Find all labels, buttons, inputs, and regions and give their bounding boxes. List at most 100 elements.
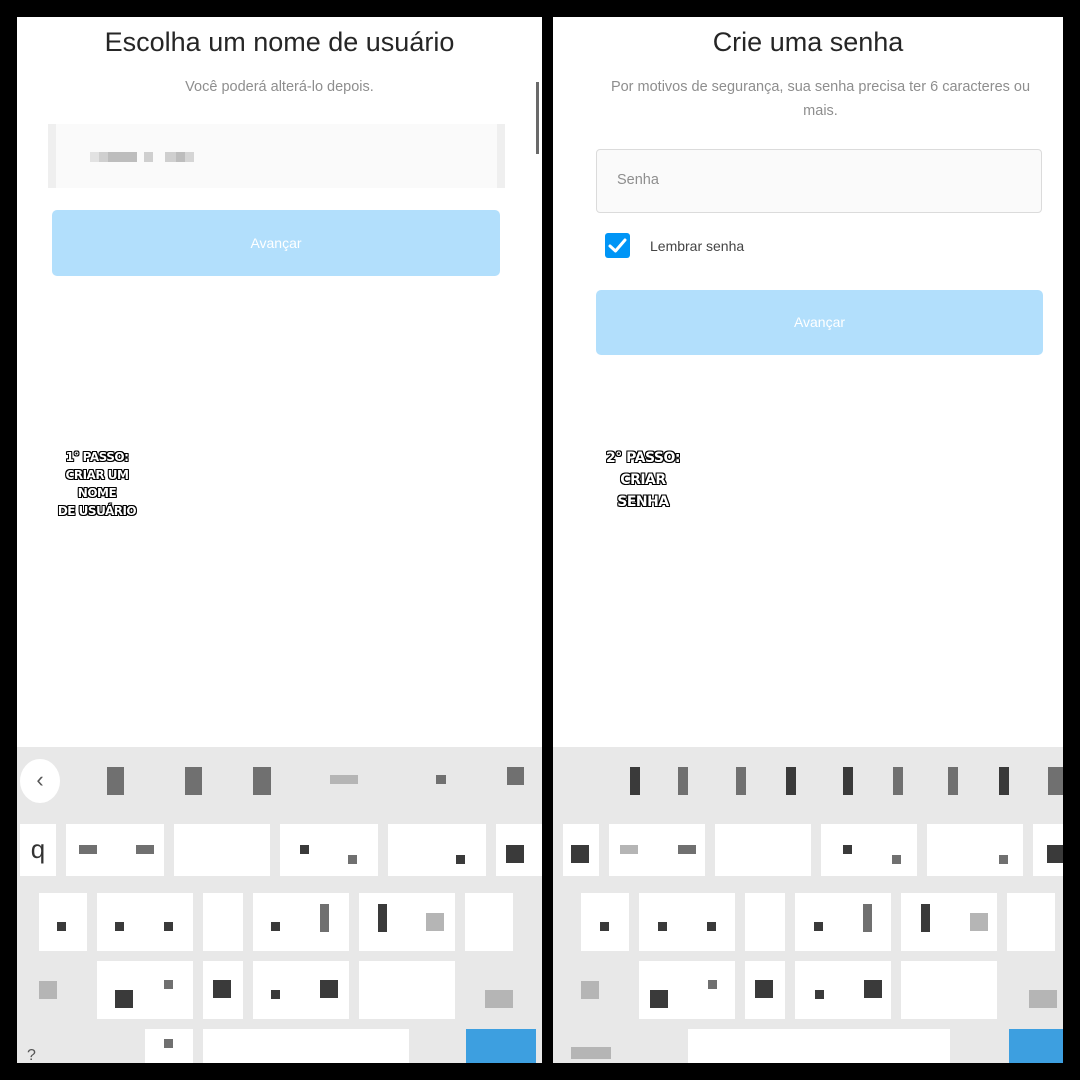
keyboard-key[interactable] <box>745 893 785 951</box>
keyboard: ‹ q ? <box>17 747 542 1063</box>
keyboard-key[interactable] <box>465 893 513 951</box>
keyboard-key[interactable] <box>715 824 811 876</box>
next-button[interactable]: Avançar <box>596 290 1043 355</box>
suggestion-chip[interactable] <box>736 767 746 795</box>
enter-key[interactable] <box>1009 1029 1063 1063</box>
shift-key-glyph[interactable] <box>39 981 57 999</box>
keyboard-key[interactable] <box>174 824 270 876</box>
suggestion-chip[interactable] <box>330 775 358 784</box>
backspace-key-glyph[interactable] <box>485 990 513 1008</box>
next-button[interactable]: Avançar <box>52 210 500 276</box>
key-glyph <box>658 922 667 931</box>
suggestion-chip[interactable] <box>786 767 796 795</box>
caption-line: CRIAR UM NOME <box>65 468 129 500</box>
blurred-username-text <box>90 152 194 162</box>
key-glyph <box>1047 845 1063 863</box>
key-glyph <box>999 855 1008 864</box>
step-caption: 2° PASSO: CRIAR SENHA <box>593 447 693 513</box>
caption-line: 2° PASSO: <box>606 450 680 466</box>
step-caption: 1° PASSO: CRIAR UM NOME DE USUÁRIO <box>45 448 149 520</box>
page-subtitle: Você poderá alterá-lo depois. <box>185 79 374 95</box>
keyboard-key[interactable] <box>203 893 243 951</box>
key-glyph <box>707 922 716 931</box>
suggestion-chip[interactable] <box>1048 767 1063 795</box>
key-glyph <box>864 980 882 998</box>
key-glyph <box>506 845 524 863</box>
key-glyph <box>650 990 668 1008</box>
keyboard-key[interactable] <box>1007 893 1055 951</box>
key-glyph <box>115 990 133 1008</box>
suggestion-chip[interactable] <box>185 767 202 795</box>
suggestion-chip[interactable] <box>507 767 524 785</box>
remember-password-label: Lembrar senha <box>650 238 745 254</box>
key-glyph <box>164 980 173 989</box>
password-placeholder: Senha <box>617 172 659 188</box>
username-screen: Escolha um nome de usuário Você poderá a… <box>17 17 542 1063</box>
key-glyph <box>970 913 988 931</box>
keyboard-key[interactable] <box>388 824 486 876</box>
shift-key-glyph[interactable] <box>581 981 599 999</box>
page-title: Escolha um nome de usuário <box>104 27 455 57</box>
keyboard-key[interactable] <box>901 961 997 1019</box>
suggestion-chip[interactable] <box>678 767 688 795</box>
backspace-key-glyph[interactable] <box>1029 990 1057 1008</box>
page-subtitle: Por motivos de segurança, sua senha prec… <box>610 79 1031 119</box>
enter-key[interactable] <box>466 1029 536 1063</box>
keyboard-key[interactable] <box>359 961 455 1019</box>
key-glyph <box>57 922 66 931</box>
suggestion-chip[interactable] <box>436 775 446 784</box>
key-glyph <box>320 904 329 932</box>
suggestion-chip[interactable] <box>893 767 903 795</box>
key-glyph <box>600 922 609 931</box>
input-edge <box>48 124 56 188</box>
suggestion-chip[interactable] <box>948 767 958 795</box>
key-glyph <box>271 922 280 931</box>
keyboard-key[interactable] <box>639 893 735 951</box>
keyboard-key[interactable] <box>927 824 1023 876</box>
suggestion-chip[interactable] <box>107 767 124 795</box>
space-bar[interactable] <box>688 1029 950 1063</box>
keyboard-key[interactable] <box>821 824 917 876</box>
key-glyph <box>164 922 173 931</box>
key-glyph <box>863 904 872 932</box>
key-glyph <box>164 1039 173 1048</box>
input-edge <box>497 124 505 188</box>
key-glyph <box>271 990 280 999</box>
key-glyph <box>815 990 824 999</box>
symbols-key[interactable] <box>571 1047 611 1059</box>
space-bar[interactable] <box>203 1029 409 1063</box>
scrollbar[interactable] <box>536 82 539 154</box>
suggestion-chip[interactable] <box>999 767 1009 795</box>
symbols-key[interactable]: ? <box>27 1047 77 1063</box>
password-screen: Crie uma senha Por motivos de segurança,… <box>553 17 1063 1063</box>
keyboard-key[interactable]: q <box>20 824 56 876</box>
key-glyph <box>213 980 231 998</box>
key-glyph <box>79 845 97 854</box>
caption-line: DE USUÁRIO <box>57 504 137 518</box>
keyboard-back-button[interactable]: ‹ <box>20 759 60 803</box>
caption-line: CRIAR SENHA <box>617 472 669 510</box>
key-glyph <box>620 845 638 854</box>
username-input[interactable] <box>48 124 505 188</box>
keyboard-key[interactable] <box>795 893 891 951</box>
remember-password-checkbox[interactable] <box>605 233 630 258</box>
password-input[interactable]: Senha <box>596 149 1042 213</box>
key-glyph <box>678 845 696 854</box>
check-icon <box>608 238 627 253</box>
key-glyph <box>843 845 852 854</box>
keyboard-key[interactable] <box>280 824 378 876</box>
key-glyph <box>571 845 589 863</box>
key-glyph <box>115 922 124 931</box>
keyboard-key[interactable] <box>97 893 193 951</box>
key-glyph <box>378 904 387 932</box>
key-glyph <box>300 845 309 854</box>
suggestion-chip[interactable] <box>630 767 640 795</box>
key-glyph <box>892 855 901 864</box>
keyboard-key[interactable] <box>97 961 193 1019</box>
key-glyph <box>426 913 444 931</box>
keyboard-key[interactable] <box>253 893 349 951</box>
key-glyph <box>755 980 773 998</box>
suggestion-chip[interactable] <box>253 767 271 795</box>
key-glyph <box>320 980 338 998</box>
suggestion-chip[interactable] <box>843 767 853 795</box>
